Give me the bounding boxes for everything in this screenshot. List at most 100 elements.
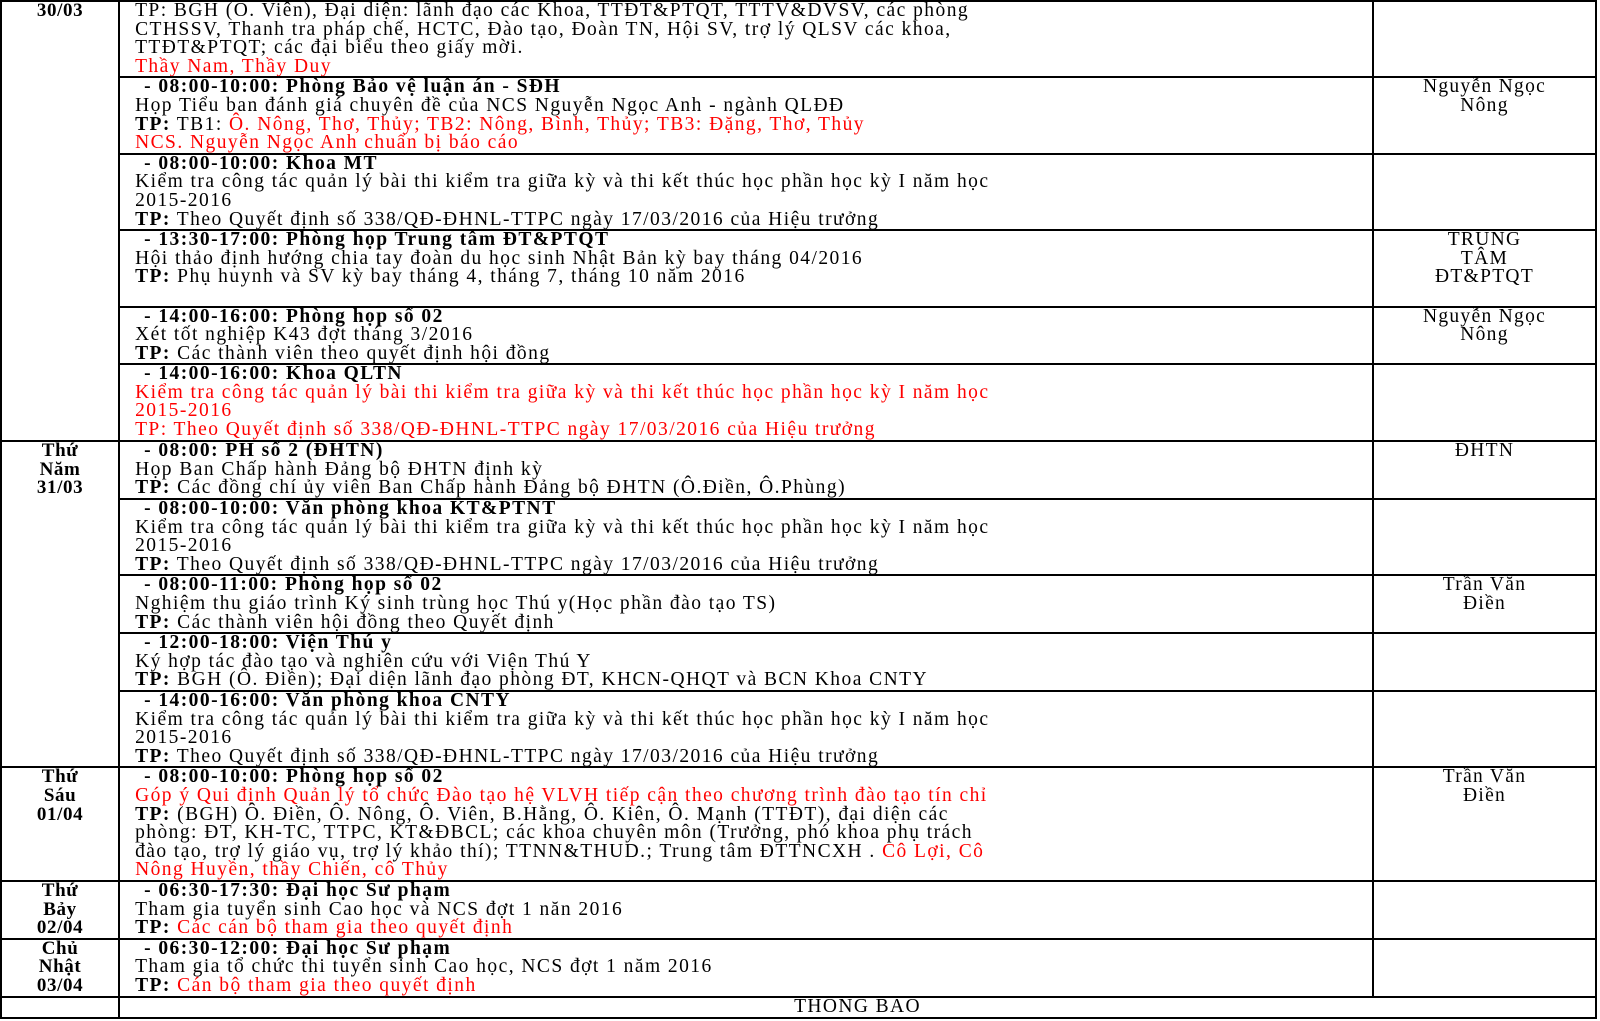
day-cell: 30/03 [0, 0, 121, 443]
text-segment: Theo Quyết định số 338/QĐ-ĐHNL-TTPC ngày… [170, 745, 880, 767]
host-cell: TRUNG TÂM ĐT&PTQT [1372, 229, 1597, 308]
host-cell: ĐHTN [1372, 440, 1597, 501]
host-cell: Nguyễn Ngọc Nông [1372, 305, 1597, 366]
event-line: TP: Theo Quyết định số 338/QĐ-ĐHNL-TTPC … [135, 208, 1368, 230]
schedule-row: - 08:00-10:00: Văn phòng khoa KT&PTNT Kiể… [1, 498, 1597, 577]
host-cell: Trần Văn Điền [1372, 766, 1597, 882]
highlight-text: Kiểm tra công tác quản lý bài thi kiểm t… [135, 381, 990, 403]
event-line: Kiểm tra công tác quản lý bài thi kiểm t… [135, 516, 1368, 538]
schedule-row: - 13:30-17:00: Phòng họp Trung tâm ĐT&PT… [1, 229, 1597, 308]
highlight-text: Cán bộ tham gia theo quyết định [170, 974, 477, 996]
notice-cell: THÔNG BÁO [118, 995, 1597, 1019]
text-segment: Các thành viên hội đồng theo Quyết định [170, 611, 555, 633]
schedule-row: - 08:00-11:00: Phòng họp số 02 Nghiệm thu… [1, 574, 1597, 635]
day-label-line: 01/04 [36, 803, 84, 825]
schedule-body: 30/03 TP: BGH (Ô. Viên), Đại diện: lãnh đ… [0, 0, 1597, 1019]
text-segment: Theo Quyết định số 338/QĐ-ĐHNL-TTPC ngày… [170, 553, 880, 575]
highlight-text: Nông Huyền, thầy Chiến, cô Thủy [135, 859, 449, 881]
schedule-row: - 08:00-10:00: Phòng Bảo vệ luận án - SĐ… [1, 76, 1597, 155]
host-cell: Trần Văn Điền [1372, 574, 1597, 635]
event-cell: - 06:30-17:30: Đại học Sư phạm Tham gia t… [118, 879, 1375, 940]
text-segment: Kiểm tra công tác quản lý bài thi kiểm t… [135, 516, 990, 538]
text-segment: Các đồng chí ủy viên Ban Chấp hành Đảng … [170, 477, 847, 499]
event-line: TP: Theo Quyết định số 338/QĐ-ĐHNL-TTPC … [135, 419, 1368, 441]
text-segment: Kiểm tra công tác quản lý bài thi kiểm t… [135, 171, 990, 193]
event-cell: - 08:00-10:00: Khoa MT Kiểm tra công tác … [118, 152, 1375, 232]
schedule-row: 30/03 TP: BGH (Ô. Viên), Đại diện: lãnh đ… [0, 0, 1597, 443]
host-cell [1372, 363, 1597, 443]
event-cell: - 08:00: PH số 2 (ĐHTN) Họp Ban Chấp hành… [118, 440, 1375, 501]
event-cell: - 06:30-12:00: Đại học Sư phạm Tham gia t… [118, 937, 1375, 998]
day-cell: Thứ Năm 31/03 [0, 440, 121, 769]
event-cell: - 08:00-11:00: Phòng họp số 02 Nghiệm thu… [118, 574, 1375, 635]
host-cell [1372, 152, 1597, 232]
day-label-line: Thứ [41, 880, 79, 901]
event-line: TP: Các thành viên theo quyết định hội đ… [135, 342, 1368, 364]
event-line: TP: Phụ huynh và SV kỳ bay tháng 4, thán… [135, 266, 1368, 288]
text-segment: TP: [135, 208, 171, 230]
host-line: TRUNG [1447, 230, 1522, 251]
text-segment: TP: [135, 745, 171, 767]
host-line: Điền [1462, 593, 1507, 615]
schedule-row: - 14:00-16:00: Khoa QLTN Kiểm tra công tá… [1, 363, 1597, 443]
text-segment: Phụ huynh và SV kỳ bay tháng 4, tháng 7,… [170, 266, 746, 288]
host-line: Nông [1460, 324, 1509, 346]
event-cell: - 14:00-16:00: Văn phòng khoa CNTY Kiểm t… [118, 689, 1375, 769]
host-line: ĐT&PTQT [1435, 266, 1535, 288]
text-segment: Các thành viên theo quyết định hội đồng [170, 342, 551, 364]
event-line: Kiểm tra công tác quản lý bài thi kiểm t… [135, 708, 1368, 730]
host-line: Nông [1460, 94, 1509, 116]
host-cell: Nguyễn Ngọc Nông [1372, 76, 1597, 155]
day-cell: Chủ Nhật 03/04 [0, 937, 121, 998]
text-segment: TP: [135, 974, 171, 996]
schedule-row: - 08:00-10:00: Khoa MT Kiểm tra công tác … [1, 152, 1597, 232]
event-line: TP: Các thành viên hội đồng theo Quyết đ… [135, 611, 1368, 633]
event-cell: TP: BGH (Ô. Viên), Đại diện: lãnh đạo cá… [118, 0, 1375, 79]
text-segment: Theo Quyết định số 338/QĐ-ĐHNL-TTPC ngày… [170, 208, 880, 230]
text-segment: TP: [135, 917, 171, 939]
highlight-text: Cô Lợi, Cô [882, 840, 985, 862]
event-line: Kiểm tra công tác quản lý bài thi kiểm t… [135, 381, 1368, 403]
text-segment: Kiểm tra công tác quản lý bài thi kiểm t… [135, 708, 990, 730]
event-line: TP: Theo Quyết định số 338/QĐ-ĐHNL-TTPC … [135, 745, 1368, 767]
schedule-table: 30/03 TP: BGH (Ô. Viên), Đại diện: lãnh đ… [0, 0, 1597, 1019]
host-line: ĐHTN [1454, 441, 1515, 462]
day-label-line: 30/03 [36, 1, 84, 21]
text-segment: BGH (Ô. Điền); Đại diện lãnh đạo phòng Đ… [170, 669, 929, 691]
schedule-row: Thứ Sáu 01/04- 08:00-10:00: Phòng họp số 0… [0, 766, 1597, 882]
event-cell: - 14:00-16:00: Khoa QLTN Kiểm tra công tá… [118, 363, 1375, 443]
day-label-line: 02/04 [36, 917, 84, 939]
highlight-text: Các cán bộ tham gia theo quyết định [170, 917, 514, 939]
day-cell: Thứ Bảy 02/04 [0, 879, 121, 940]
text-segment: TP: [135, 611, 171, 633]
host-cell [1372, 498, 1597, 577]
highlight-text: TP: Theo Quyết định số 338/QĐ-ĐHNL-TTPC … [135, 419, 876, 441]
highlight-text: NCS. Nguyễn Ngọc Anh chuẩn bị báo cáo [135, 132, 520, 154]
event-cell: - 08:00-10:00: Phòng Bảo vệ luận án - SĐ… [118, 76, 1375, 155]
event-line: TP: Cán bộ tham gia theo quyết định [135, 974, 1368, 996]
text-segment: TP: [135, 553, 171, 575]
notice-row: THÔNG BÁO [0, 995, 1597, 1019]
host-cell [1372, 0, 1597, 79]
event-line: TP: Các cán bộ tham gia theo quyết định [135, 917, 1368, 939]
text-segment: TP: [135, 669, 171, 691]
event-cell: - 12:00-18:00: Viện Thú y Ký hợp tác đào … [118, 632, 1375, 692]
notice-title: THÔNG BÁO [794, 996, 921, 1017]
host-cell [1372, 879, 1597, 940]
text-segment: TP: [135, 477, 171, 499]
event-line: Thầy Nam, Thầy Duy [135, 57, 1368, 76]
host-line: Điền [1462, 784, 1507, 806]
event-line: TP: Theo Quyết định số 338/QĐ-ĐHNL-TTPC … [135, 553, 1368, 575]
event-cell: - 08:00-10:00: Văn phòng khoa KT&PTNT Kiể… [118, 498, 1375, 577]
schedule-row: - 14:00-16:00: Phòng họp số 02 Xét tốt ng… [1, 305, 1597, 366]
schedule-row: Chủ Nhật 03/04- 06:30-12:00: Đại học Sư ph… [0, 937, 1597, 998]
text-segment: TP: [135, 342, 171, 364]
schedule-row: - 12:00-18:00: Viện Thú y Ký hợp tác đào … [1, 632, 1597, 692]
event-cell: - 13:30-17:00: Phòng họp Trung tâm ĐT&PT… [118, 229, 1375, 308]
schedule-row: Thứ Bảy 02/04- 06:30-17:30: Đại học Sư phạ… [0, 879, 1597, 940]
event-line: Nông Huyền, thầy Chiến, cô Thủy [135, 859, 1368, 881]
host-cell [1372, 937, 1597, 998]
host-cell [1372, 632, 1597, 692]
event-line: Kiểm tra công tác quản lý bài thi kiểm t… [135, 171, 1368, 193]
event-line: NCS. Nguyễn Ngọc Anh chuẩn bị báo cáo [135, 132, 1368, 154]
